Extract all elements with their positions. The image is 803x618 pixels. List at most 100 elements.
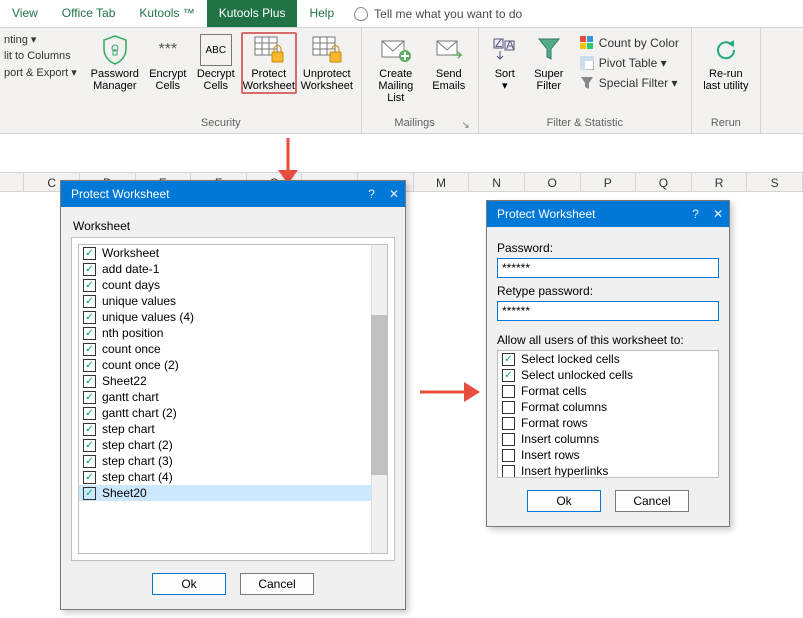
allow-item-label: Select locked cells (521, 352, 620, 366)
cancel-button[interactable]: Cancel (240, 573, 314, 595)
checkbox-icon[interactable] (502, 433, 515, 446)
side-label: Pivot Table ▾ (599, 56, 667, 70)
tab-office-tab[interactable]: Office Tab (50, 0, 128, 27)
checkbox-icon[interactable]: ✓ (83, 471, 96, 484)
bulb-icon (354, 7, 368, 21)
worksheet-list-item[interactable]: ✓ Worksheet (79, 245, 387, 261)
scrollbar[interactable] (371, 245, 387, 553)
worksheet-list-item[interactable]: ✓unique values (79, 293, 387, 309)
checkbox-icon[interactable]: ✓ (502, 369, 515, 382)
overflow-item[interactable]: port & Export ▾ (2, 65, 79, 80)
allow-list-item[interactable]: Format cells (498, 383, 718, 399)
overflow-item[interactable]: nting ▾ (2, 32, 79, 47)
checkbox-icon[interactable]: ✓ (83, 295, 96, 308)
cancel-button[interactable]: Cancel (615, 490, 689, 512)
tab-view[interactable]: View (0, 0, 50, 27)
worksheet-list-item[interactable]: ✓Sheet20 (79, 485, 387, 501)
rerun-last-utility-button[interactable]: Re-runlast utility (698, 32, 754, 94)
worksheet-list-item[interactable]: ✓count once (2) (79, 357, 387, 373)
ok-button[interactable]: Ok (152, 573, 226, 595)
checkbox-icon[interactable] (502, 465, 515, 478)
col-header[interactable]: R (692, 172, 748, 191)
worksheet-list-item[interactable]: ✓ gantt chart (2) (79, 405, 387, 421)
allow-list-item[interactable]: Format columns (498, 399, 718, 415)
tell-me-search[interactable]: Tell me what you want to do (346, 0, 530, 27)
dialog-launcher-icon[interactable]: ↘ (461, 120, 469, 131)
checkbox-icon[interactable]: ✓ (502, 353, 515, 366)
checkbox-icon[interactable]: ✓ (83, 279, 96, 292)
ok-button[interactable]: Ok (527, 490, 601, 512)
allow-list-item[interactable]: Insert hyperlinks (498, 463, 718, 478)
checkbox-icon[interactable]: ✓ (83, 423, 96, 436)
sort-button[interactable]: ZA Sort▾ (485, 32, 525, 94)
help-icon[interactable]: ? (692, 207, 699, 221)
encrypt-cells-button[interactable]: *** EncryptCells (145, 32, 191, 94)
worksheet-unlock-icon (311, 34, 343, 66)
checkbox-icon[interactable]: ✓ (83, 407, 96, 420)
checkbox-icon[interactable]: ✓ (83, 343, 96, 356)
titlebar[interactable]: Protect Worksheet ? ✕ (487, 201, 729, 227)
allow-list-item[interactable]: Insert rows (498, 447, 718, 463)
col-header[interactable]: N (469, 172, 525, 191)
tab-kutools-plus[interactable]: Kutools Plus (207, 0, 298, 27)
checkbox-icon[interactable]: ✓ (83, 391, 96, 404)
count-by-color-button[interactable]: Count by Color (577, 34, 681, 52)
super-filter-button[interactable]: SuperFilter (527, 32, 571, 94)
decrypt-cells-button[interactable]: ABC DecryptCells (193, 32, 239, 94)
retype-password-input[interactable] (497, 301, 719, 321)
unprotect-worksheet-button[interactable]: UnprotectWorksheet (299, 32, 355, 94)
special-filter-button[interactable]: Special Filter ▾ (577, 74, 681, 92)
checkbox-icon[interactable] (502, 385, 515, 398)
password-input[interactable] (497, 258, 719, 278)
checkbox-icon[interactable]: ✓ (83, 263, 96, 276)
close-icon[interactable]: ✕ (713, 207, 723, 221)
checkbox-icon[interactable]: ✓ (83, 359, 96, 372)
worksheet-list-item[interactable]: ✓gantt chart (79, 389, 387, 405)
allow-list-item[interactable]: Insert columns (498, 431, 718, 447)
col-header[interactable]: O (525, 172, 581, 191)
allow-list-item[interactable]: Format rows (498, 415, 718, 431)
col-header[interactable]: P (581, 172, 637, 191)
checkbox-icon[interactable]: ✓ (83, 375, 96, 388)
pivot-table-button[interactable]: Pivot Table ▾ (577, 54, 681, 72)
checkbox-icon[interactable]: ✓ (83, 455, 96, 468)
checkbox-icon[interactable]: ✓ (83, 247, 96, 260)
checkbox-icon[interactable]: ✓ (83, 311, 96, 324)
scrollbar-thumb[interactable] (371, 315, 387, 475)
worksheet-list-item[interactable]: ✓step chart (4) (79, 469, 387, 485)
select-all-corner[interactable] (0, 172, 24, 191)
close-icon[interactable]: ✕ (389, 187, 399, 201)
checkbox-icon[interactable]: ✓ (83, 327, 96, 340)
password-manager-button[interactable]: PasswordManager (87, 32, 143, 94)
tab-help[interactable]: Help (297, 0, 346, 27)
worksheet-list-item[interactable]: ✓Sheet22 (79, 373, 387, 389)
worksheet-list-item[interactable]: ✓count once (79, 341, 387, 357)
overflow-item[interactable]: lit to Columns (2, 49, 79, 63)
col-header[interactable]: Q (636, 172, 692, 191)
allow-list-item[interactable]: ✓ Select locked cells (498, 351, 718, 367)
send-emails-button[interactable]: SendEmails (426, 32, 472, 94)
worksheet-list-item[interactable]: ✓add date-1 (79, 261, 387, 277)
worksheet-list-item[interactable]: ✓step chart (2) (79, 437, 387, 453)
checkbox-icon[interactable] (502, 417, 515, 430)
allow-list-item[interactable]: ✓Select unlocked cells (498, 367, 718, 383)
checkbox-icon[interactable]: ✓ (83, 439, 96, 452)
col-header[interactable]: S (747, 172, 803, 191)
col-header[interactable]: M (414, 172, 470, 191)
help-icon[interactable]: ? (368, 187, 375, 201)
tab-kutools[interactable]: Kutools ™ (127, 0, 206, 27)
worksheet-list-item[interactable]: ✓step chart (3) (79, 453, 387, 469)
checkbox-icon[interactable] (502, 449, 515, 462)
worksheet-list-item[interactable]: ✓nth position (79, 325, 387, 341)
worksheet-listbox[interactable]: ✓ Worksheet✓add date-1✓count days✓unique… (78, 244, 388, 554)
worksheet-list-item[interactable]: ✓unique values (4) (79, 309, 387, 325)
worksheet-list-item[interactable]: ✓count days (79, 277, 387, 293)
create-mailing-list-button[interactable]: CreateMailing List (368, 32, 424, 106)
worksheet-list-item[interactable]: ✓step chart (79, 421, 387, 437)
titlebar[interactable]: Protect Worksheet ? ✕ (61, 181, 405, 207)
list-item-label: gantt chart (2) (102, 406, 177, 420)
protect-worksheet-button[interactable]: ProtectWorksheet (241, 32, 297, 94)
allow-listbox[interactable]: ✓ Select locked cells✓Select unlocked cel… (497, 350, 719, 478)
checkbox-icon[interactable] (502, 401, 515, 414)
checkbox-icon[interactable]: ✓ (83, 487, 96, 500)
